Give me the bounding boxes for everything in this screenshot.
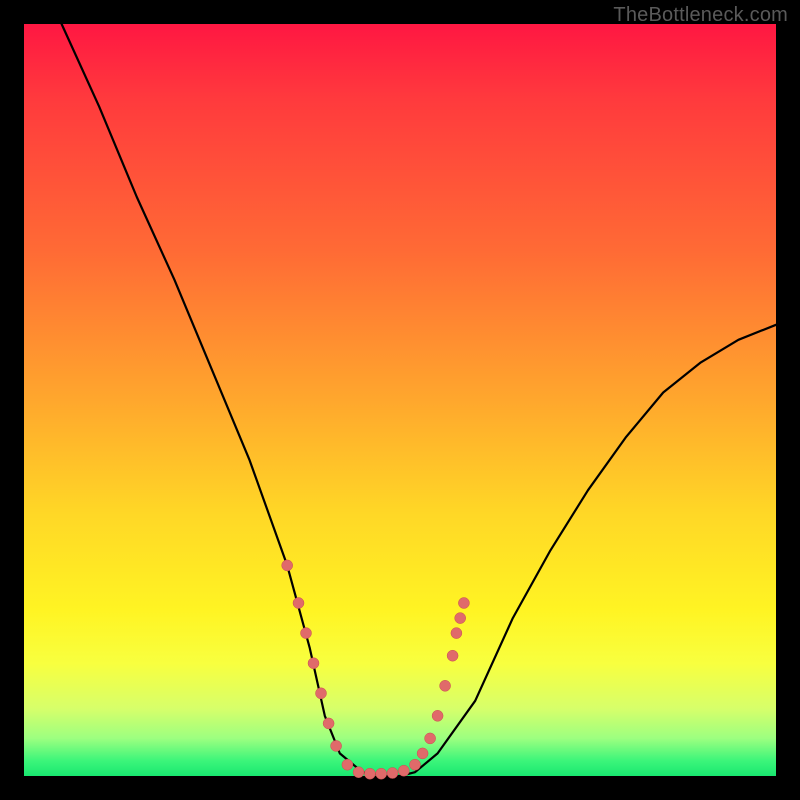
highlight-dot — [316, 688, 327, 699]
highlight-dot — [440, 680, 451, 691]
highlight-dot — [308, 658, 319, 669]
highlight-dot — [293, 598, 304, 609]
highlight-dot — [425, 733, 436, 744]
highlight-dot — [417, 748, 428, 759]
highlight-dot — [331, 740, 342, 751]
highlight-dots — [282, 560, 470, 779]
highlight-dot — [282, 560, 293, 571]
bottleneck-curve — [62, 24, 776, 776]
curve-layer — [24, 24, 776, 776]
highlight-dot — [398, 765, 409, 776]
highlight-dot — [364, 768, 375, 779]
highlight-dot — [376, 768, 387, 779]
highlight-dot — [410, 759, 421, 770]
chart-frame: TheBottleneck.com — [0, 0, 800, 800]
highlight-dot — [387, 768, 398, 779]
highlight-dot — [451, 628, 462, 639]
highlight-dot — [447, 650, 458, 661]
highlight-dot — [342, 759, 353, 770]
highlight-dot — [432, 710, 443, 721]
highlight-dot — [323, 718, 334, 729]
highlight-dot — [353, 767, 364, 778]
highlight-dot — [458, 598, 469, 609]
highlight-dot — [455, 613, 466, 624]
highlight-dot — [301, 628, 312, 639]
plot-area — [24, 24, 776, 776]
watermark-text: TheBottleneck.com — [613, 4, 788, 27]
